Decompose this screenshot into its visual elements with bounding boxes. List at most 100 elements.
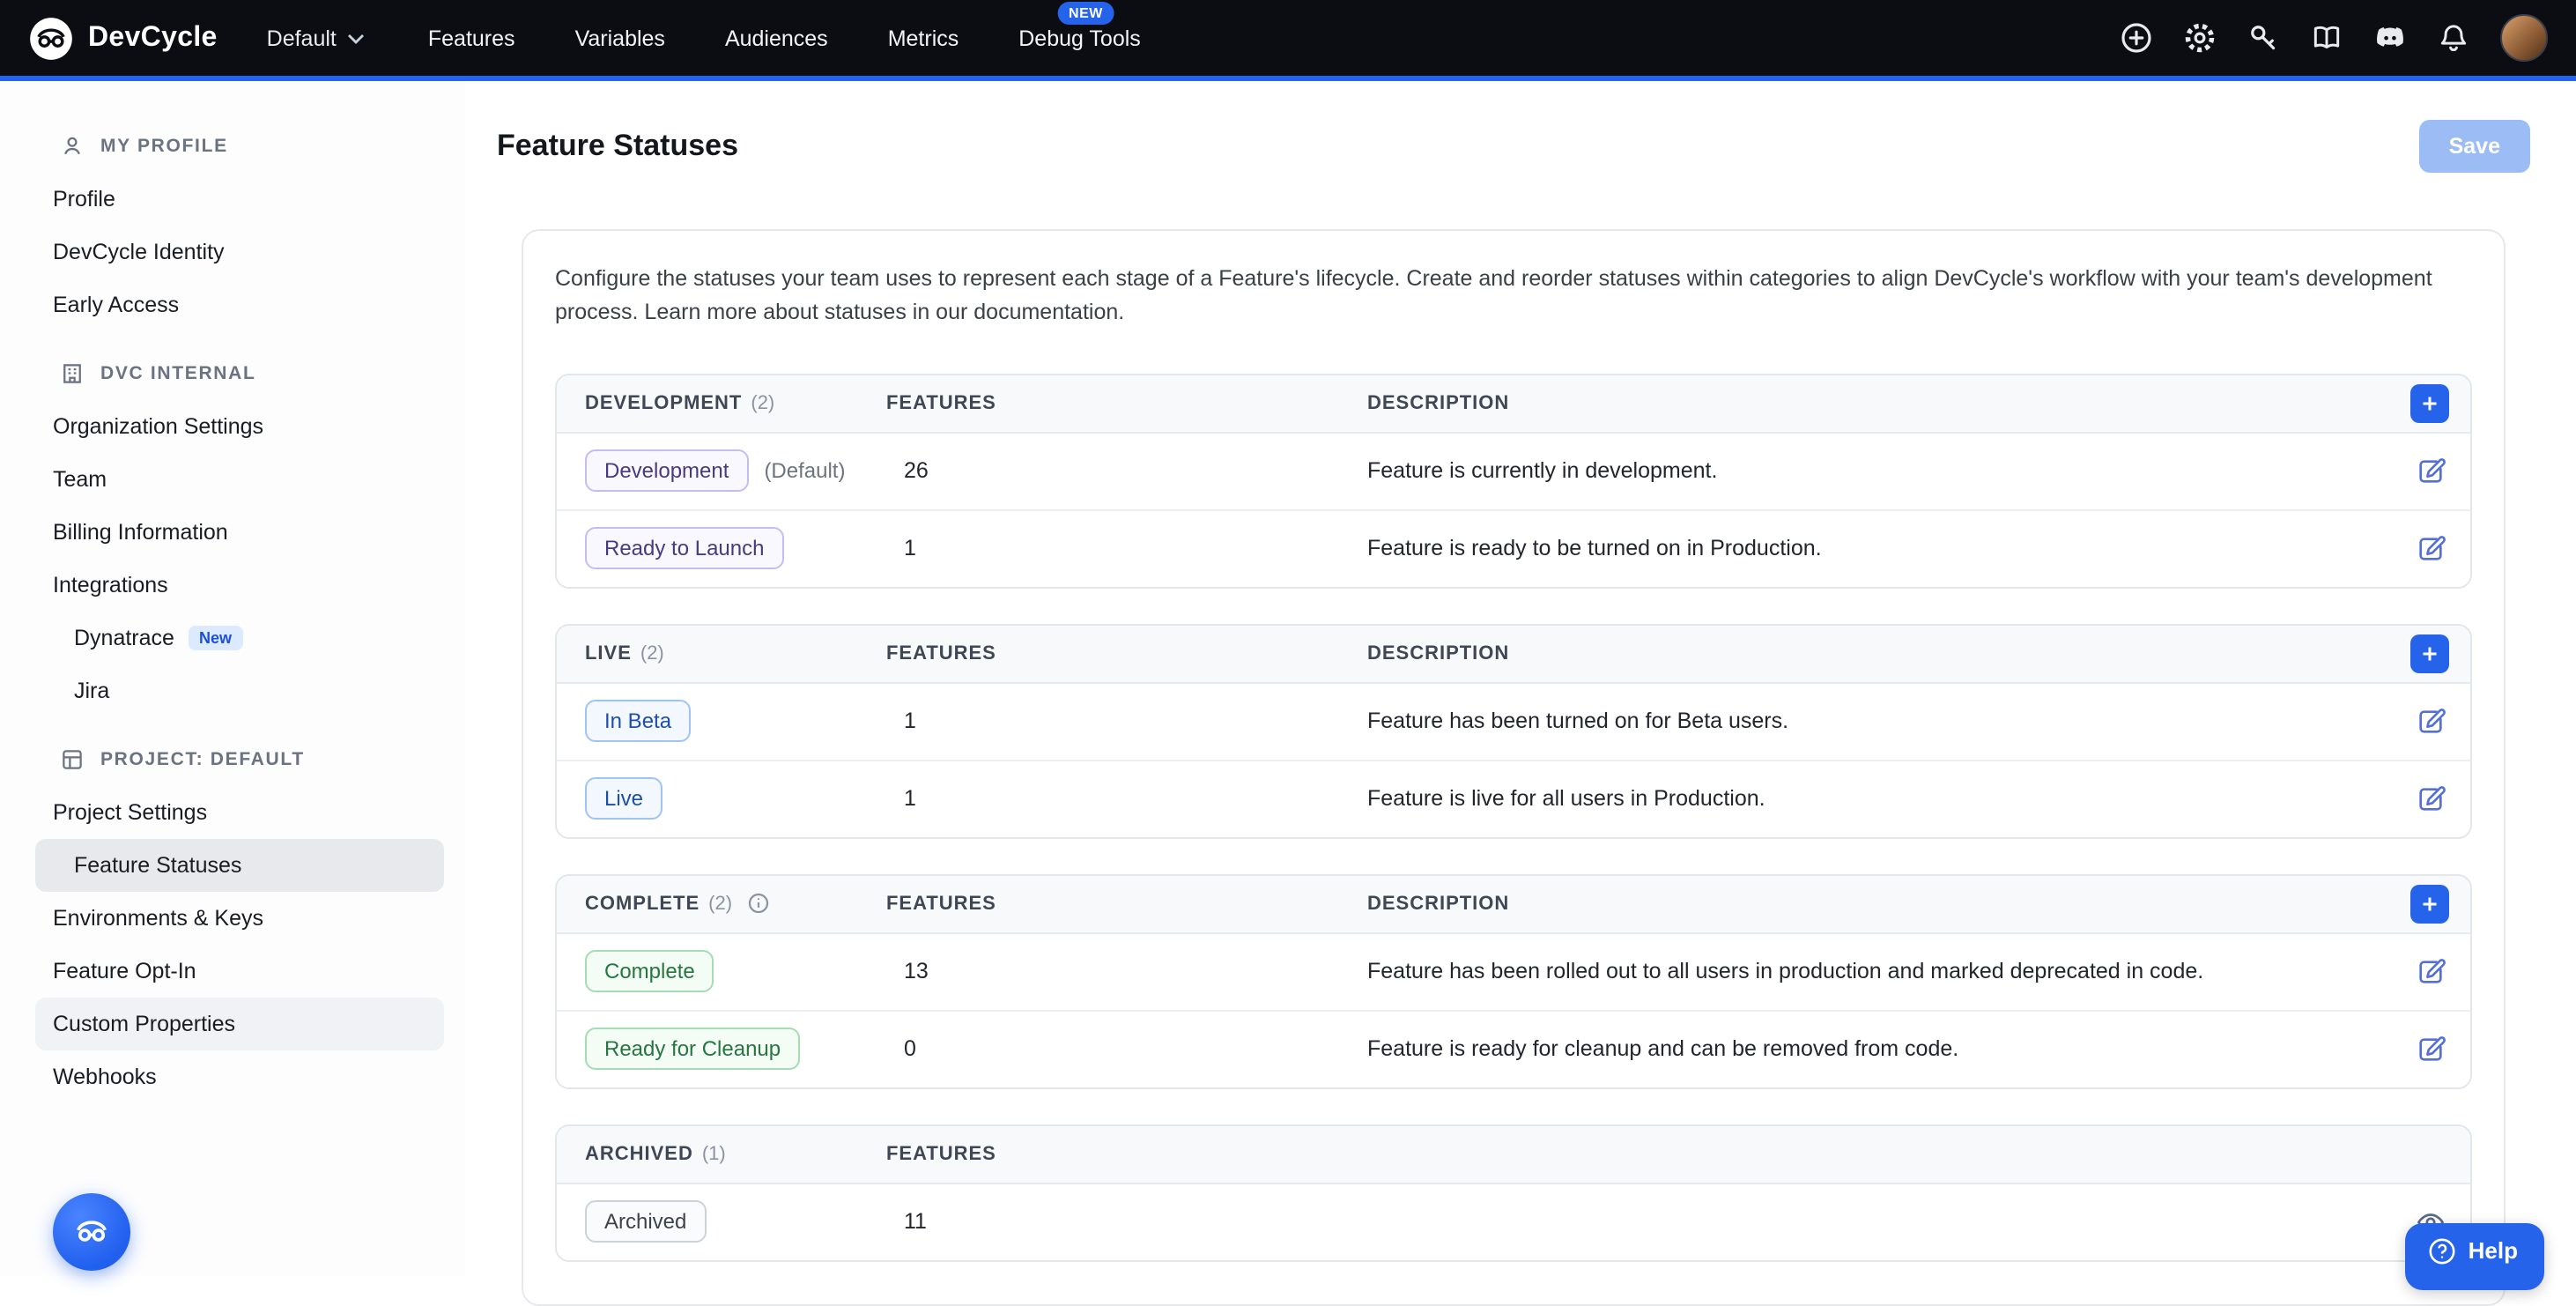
save-button[interactable]: Save [2419,120,2530,173]
primary-nav: Features Variables Audiences Metrics NEW… [428,26,1141,50]
page-header: Feature Statuses Save [497,120,2530,173]
edit-status-button[interactable] [2409,450,2451,493]
devcycle-bot-icon [69,1209,115,1255]
status-category-complete: COMPLETE (2) FEATURES DESCRIPTION [555,874,2472,1089]
sidebar-item-dynatrace[interactable]: Dynatrace New [35,612,444,664]
feature-count: 13 [886,960,1367,984]
sidebar-item-webhooks[interactable]: Webhooks [35,1050,444,1103]
column-features: FEATURES [886,1144,1367,1165]
nav-debug-tools[interactable]: NEW Debug Tools [1018,26,1141,50]
sidebar-item-jira[interactable]: Jira [35,664,444,717]
sidebar-item-project-settings[interactable]: Project Settings [35,786,444,839]
category-name: DEVELOPMENT [585,393,742,414]
nav-metrics[interactable]: Metrics [888,26,959,50]
feature-count: 0 [886,1037,1367,1062]
sidebar-item-custom-properties[interactable]: Custom Properties [35,998,444,1050]
keys-icon[interactable] [2247,21,2280,55]
status-badge: Archived [585,1200,706,1243]
status-category-development: DEVELOPMENT (2) FEATURES DESCRIPTION Dev… [555,374,2472,589]
nav-features[interactable]: Features [428,26,515,50]
plus-icon [2421,393,2439,414]
discord-icon[interactable] [2373,21,2407,55]
chevron-down-icon [347,33,365,43]
status-badge: Development [585,449,748,493]
app: DevCycle Default Features Variables Audi… [0,0,2576,1276]
sidebar-item-environments-keys[interactable]: Environments & Keys [35,892,444,945]
edit-icon [2415,1035,2445,1065]
status-badge: Live [585,777,663,820]
nav-audiences[interactable]: Audiences [725,26,828,50]
category-count: (2) [640,643,664,664]
edit-icon [2415,707,2445,737]
settings-icon[interactable] [2183,21,2217,55]
sidebar-header-dvc-internal: DVC INTERNAL [0,347,465,400]
create-icon[interactable] [2120,21,2153,55]
devcycle-assistant-button[interactable] [53,1193,130,1271]
status-category-archived: ARCHIVED (1) FEATURES Archived 11 [555,1124,2472,1262]
page-title: Feature Statuses [497,129,738,164]
status-badge: Ready to Launch [585,527,783,570]
devcycle-logo-icon [28,15,74,61]
sidebar-item-devcycle-identity[interactable]: DevCycle Identity [35,226,444,278]
status-row: Ready for Cleanup 0 Feature is ready for… [557,1010,2470,1087]
sidebar-item-billing-information[interactable]: Billing Information [35,506,444,559]
main-content: Feature Statuses Save Configure the stat… [465,81,2576,1276]
add-status-button[interactable] [2410,634,2449,673]
default-suffix: (Default) [764,458,845,483]
status-badge: In Beta [585,700,691,743]
edit-status-button[interactable] [2409,1028,2451,1071]
sidebar-section-dvc-internal: DVC INTERNAL Organization Settings Team … [0,347,465,717]
category-count: (1) [702,1144,726,1165]
sidebar-item-team[interactable]: Team [35,453,444,506]
add-status-button[interactable] [2410,885,2449,924]
category-header: ARCHIVED (1) FEATURES [557,1126,2470,1184]
category-count: (2) [751,393,774,414]
org-selector[interactable]: Default [267,26,365,50]
sidebar-item-organization-settings[interactable]: Organization Settings [35,400,444,453]
sidebar-item-feature-opt-in[interactable]: Feature Opt-In [35,945,444,998]
new-item-badge: New [189,626,242,650]
docs-icon[interactable] [2310,21,2343,55]
edit-status-button[interactable] [2409,951,2451,993]
column-features: FEATURES [886,643,1367,664]
help-label: Help [2469,1237,2518,1264]
intro-text: Configure the statuses your team uses to… [555,263,2472,331]
settings-sidebar: MY PROFILE Profile DevCycle Identity Ear… [0,81,465,1276]
edit-status-button[interactable] [2409,528,2451,570]
feature-statuses-card: Configure the statuses your team uses to… [522,229,2506,1306]
notifications-icon[interactable] [2437,21,2470,55]
brand[interactable]: DevCycle [28,15,218,61]
help-button[interactable]: Help [2405,1223,2544,1290]
edit-icon [2415,534,2445,564]
column-description: DESCRIPTION [1367,894,2389,915]
user-avatar[interactable] [2500,14,2548,62]
status-description: Feature is currently in development. [1367,459,2389,484]
sidebar-item-profile[interactable]: Profile [35,173,444,226]
status-badge: Ready for Cleanup [585,1028,800,1071]
add-status-button[interactable] [2410,384,2449,423]
status-description: Feature is live for all users in Product… [1367,787,2389,812]
status-row: Ready to Launch 1 Feature is ready to be… [557,509,2470,587]
building-icon [60,361,85,386]
status-description: Feature is ready for cleanup and can be … [1367,1037,2389,1062]
top-navbar: DevCycle Default Features Variables Audi… [0,0,2576,76]
help-icon [2428,1237,2456,1265]
nav-variables[interactable]: Variables [575,26,665,50]
feature-count: 26 [886,459,1367,484]
status-description: Feature has been rolled out to all users… [1367,960,2389,984]
status-category-live: LIVE (2) FEATURES DESCRIPTION In Beta [555,624,2472,839]
column-description: DESCRIPTION [1367,643,2389,664]
sidebar-item-early-access[interactable]: Early Access [35,278,444,331]
category-header: DEVELOPMENT (2) FEATURES DESCRIPTION [557,375,2470,434]
new-badge: NEW [1058,1,1114,24]
category-name: COMPLETE [585,894,700,915]
info-icon[interactable] [746,893,769,916]
edit-status-button[interactable] [2409,778,2451,820]
user-icon [60,134,85,159]
status-badge: Complete [585,950,714,993]
column-features: FEATURES [886,393,1367,414]
sidebar-item-integrations[interactable]: Integrations [35,559,444,612]
edit-status-button[interactable] [2409,701,2451,743]
sidebar-item-feature-statuses[interactable]: Feature Statuses [35,839,444,892]
status-description: Feature has been turned on for Beta user… [1367,709,2389,734]
